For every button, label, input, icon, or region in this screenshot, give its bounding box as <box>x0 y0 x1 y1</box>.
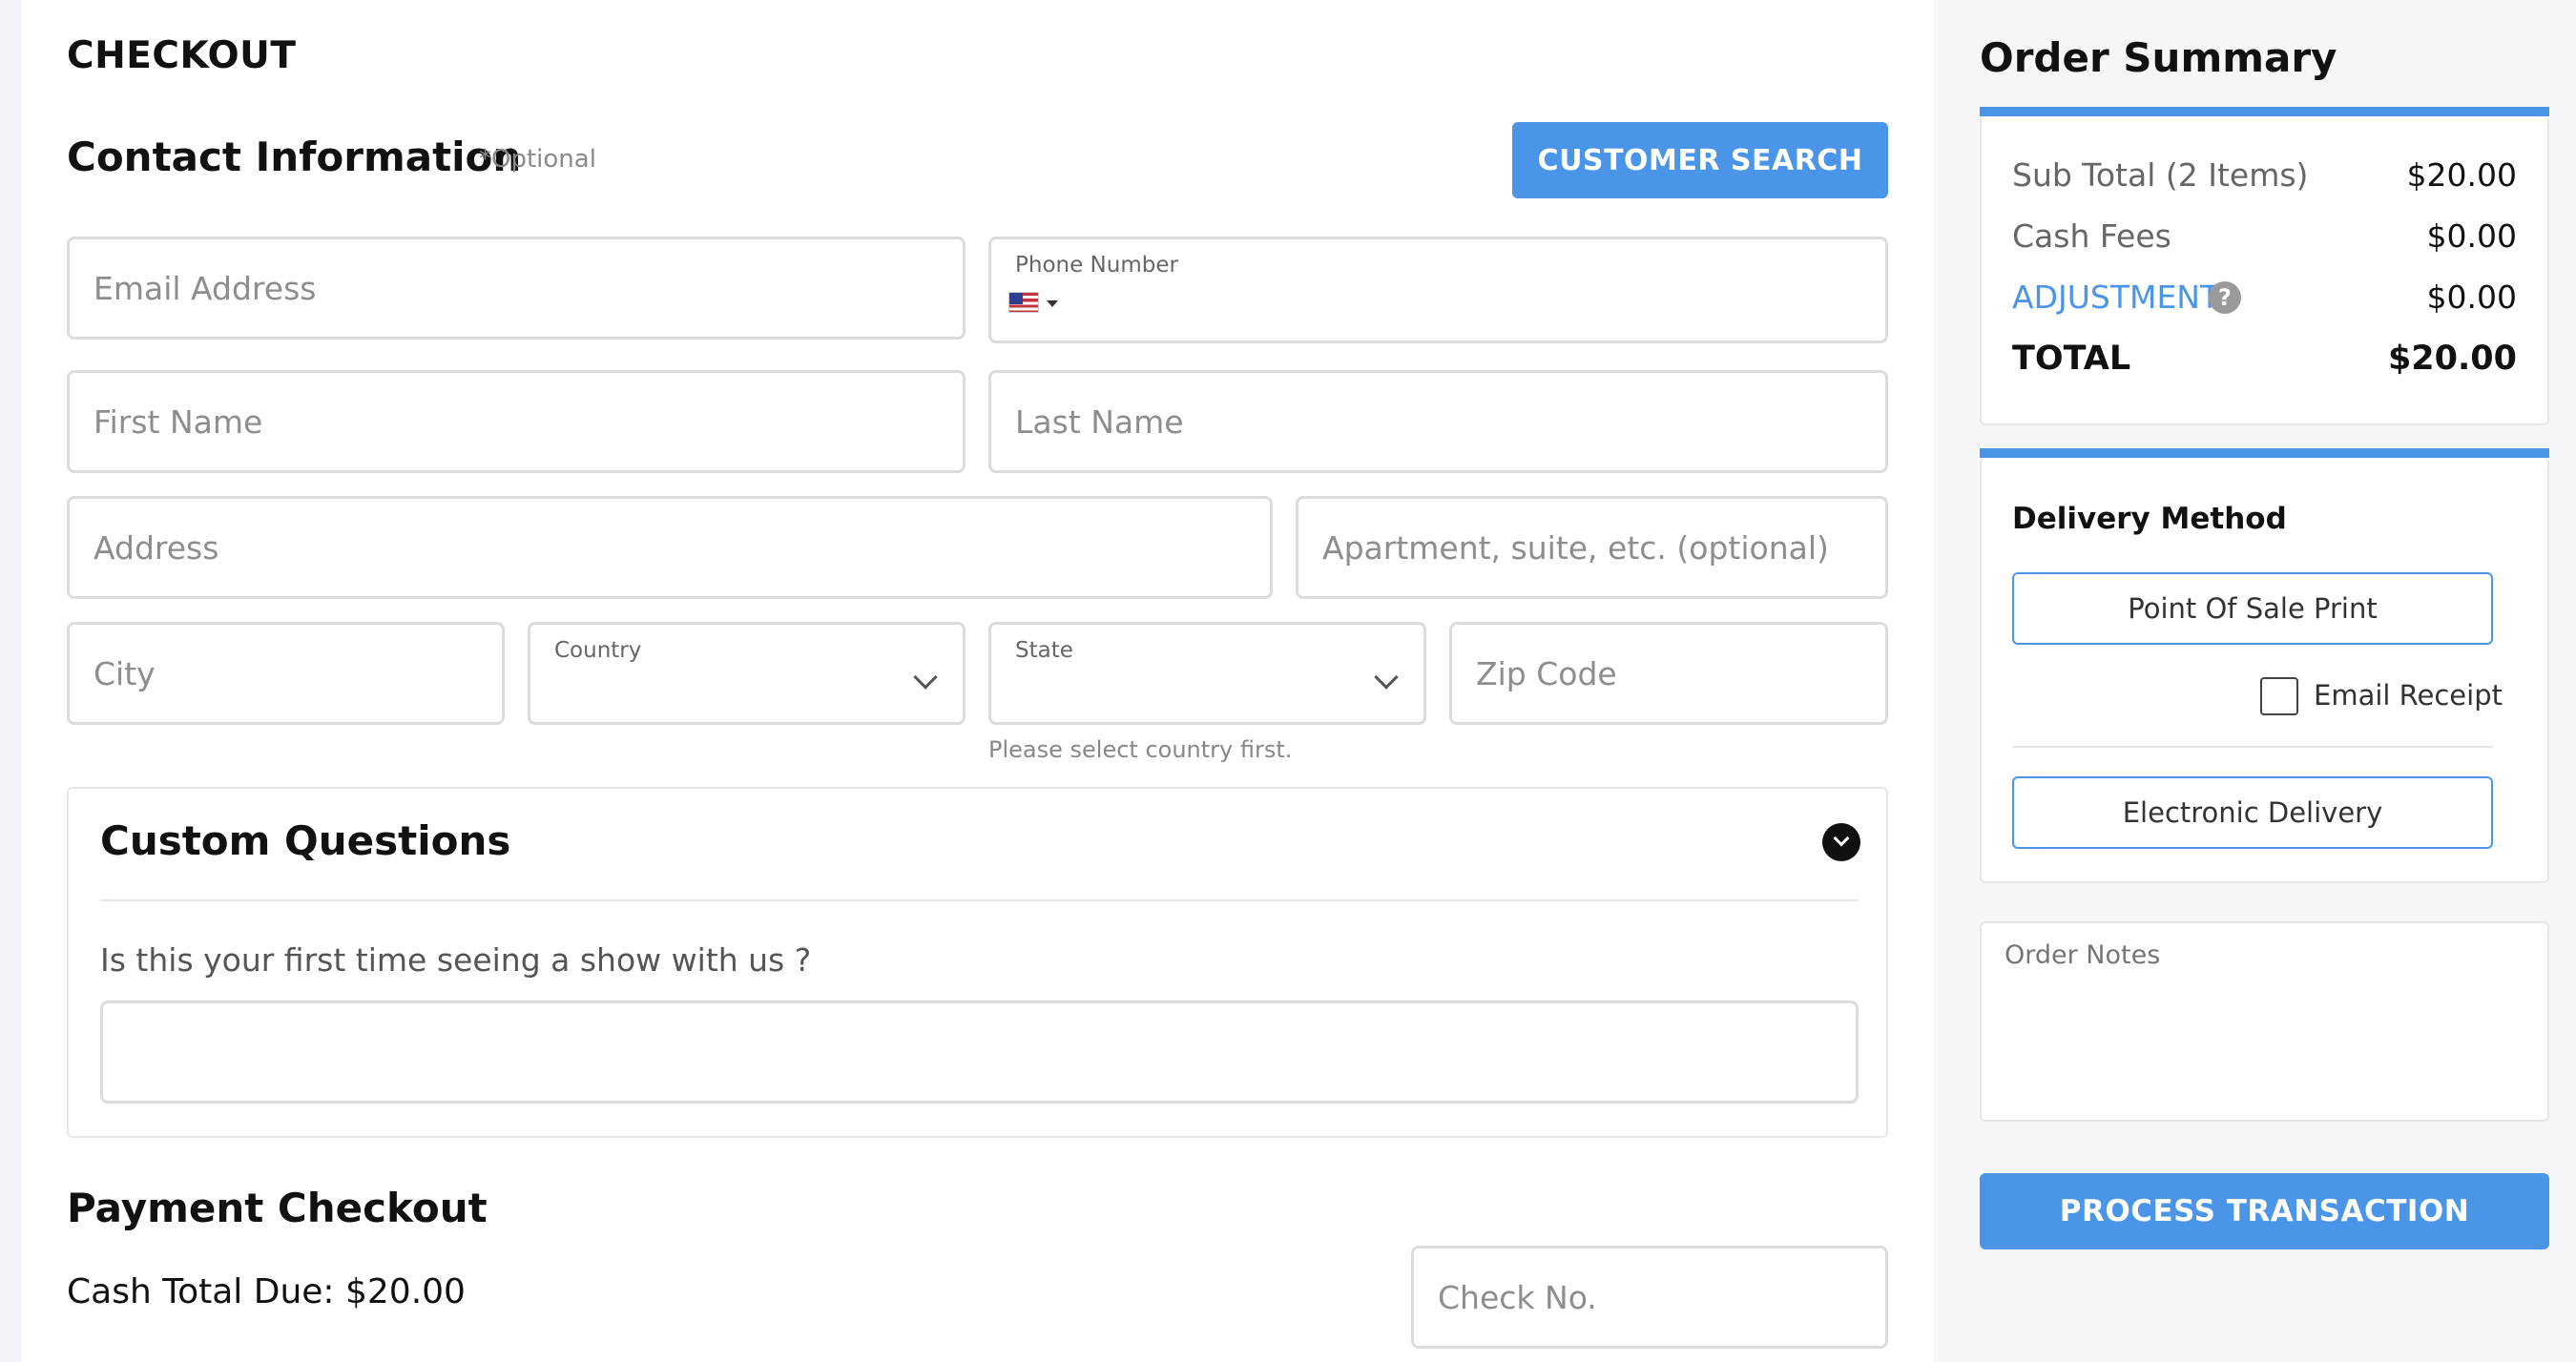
address-wrapper <box>67 496 1273 599</box>
order-notes-field[interactable] <box>1982 923 2547 1120</box>
delivery-method-heading: Delivery Method <box>2012 502 2287 536</box>
contact-info-heading: Contact Information <box>67 134 522 180</box>
custom-question-label: Is this your first time seeing a show wi… <box>100 941 812 979</box>
total-value: $20.00 <box>2387 340 2517 378</box>
state-hint: Please select country first. <box>988 736 1293 763</box>
custom-answer-field[interactable] <box>103 1003 1856 1101</box>
last-name-field[interactable] <box>991 373 1885 470</box>
first-name-wrapper <box>67 370 966 473</box>
state-label: State <box>1015 638 1073 663</box>
cash-fees-row: Cash Fees $0.00 <box>1982 217 2547 255</box>
collapse-toggle-icon[interactable] <box>1822 823 1860 861</box>
cash-fees-label: Cash Fees <box>2012 217 2171 255</box>
payment-heading: Payment Checkout <box>67 1185 488 1231</box>
custom-answer-wrapper <box>100 1001 1859 1104</box>
total-label: TOTAL <box>2012 340 2131 378</box>
total-row: TOTAL $20.00 <box>1982 340 2547 378</box>
state-select[interactable]: State <box>988 622 1426 725</box>
custom-questions-heading: Custom Questions <box>100 817 511 864</box>
order-summary-panel: Order Summary Sub Total (2 Items) $20.00… <box>1934 0 2576 1362</box>
subtotal-label: Sub Total (2 Items) <box>2012 156 2309 194</box>
email-field[interactable] <box>70 239 963 337</box>
summary-accent-bar <box>1980 107 2549 116</box>
optional-label: *Optional <box>479 145 596 174</box>
caret-down-icon[interactable] <box>1047 300 1058 307</box>
question-circle-icon[interactable]: ? <box>2209 281 2241 314</box>
first-name-field[interactable] <box>70 373 963 470</box>
adjustments-row: ADJUSTMENTS $0.00 <box>1982 279 2547 316</box>
chevron-down-icon <box>1374 665 1399 690</box>
us-flag-icon[interactable] <box>1008 292 1039 313</box>
delivery-accent-bar <box>1980 448 2549 458</box>
process-transaction-button[interactable]: PROCESS TRANSACTION <box>1980 1173 2549 1249</box>
checkout-panel: CHECKOUT Contact Information *Optional C… <box>21 0 1934 1362</box>
cash-fees-value: $0.00 <box>2426 217 2517 255</box>
phone-label: Phone Number <box>1015 253 1178 278</box>
chevron-down-icon <box>913 665 938 690</box>
email-field-wrapper <box>67 237 966 340</box>
city-wrapper <box>67 622 505 725</box>
divider <box>2012 746 2493 748</box>
divider <box>100 899 1859 901</box>
point-of-sale-print-button[interactable]: Point Of Sale Print <box>2012 572 2493 645</box>
email-receipt-checkbox[interactable] <box>2260 677 2298 715</box>
custom-questions-card: Custom Questions Is this your first time… <box>67 787 1888 1138</box>
customer-search-button[interactable]: CUSTOMER SEARCH <box>1512 122 1888 198</box>
summary-card: Sub Total (2 Items) $20.00 Cash Fees $0.… <box>1980 116 2549 425</box>
adjustments-link[interactable]: ADJUSTMENTS <box>2012 279 2239 316</box>
email-receipt-label: Email Receipt <box>2314 679 2503 712</box>
page-title: CHECKOUT <box>67 34 297 77</box>
adjustments-value: $0.00 <box>2426 279 2517 316</box>
last-name-wrapper <box>988 370 1888 473</box>
zip-wrapper <box>1449 622 1888 725</box>
address-field[interactable] <box>70 499 1270 596</box>
order-notes-wrapper <box>1980 921 2549 1122</box>
cash-total-due: Cash Total Due: $20.00 <box>67 1272 466 1311</box>
city-field[interactable] <box>70 625 502 722</box>
apartment-wrapper <box>1296 496 1888 599</box>
country-label: Country <box>554 638 642 663</box>
subtotal-row: Sub Total (2 Items) $20.00 <box>1982 156 2547 194</box>
zip-field[interactable] <box>1452 625 1885 722</box>
delivery-card: Delivery Method Point Of Sale Print Emai… <box>1980 458 2549 883</box>
check-number-field[interactable] <box>1414 1248 1885 1346</box>
country-select[interactable]: Country <box>528 622 966 725</box>
order-summary-heading: Order Summary <box>1980 34 2337 81</box>
phone-field-wrapper[interactable]: Phone Number <box>988 237 1888 343</box>
electronic-delivery-button[interactable]: Electronic Delivery <box>2012 776 2493 849</box>
apartment-field[interactable] <box>1298 499 1885 596</box>
subtotal-value: $20.00 <box>2406 156 2517 194</box>
check-no-wrapper <box>1411 1246 1888 1349</box>
